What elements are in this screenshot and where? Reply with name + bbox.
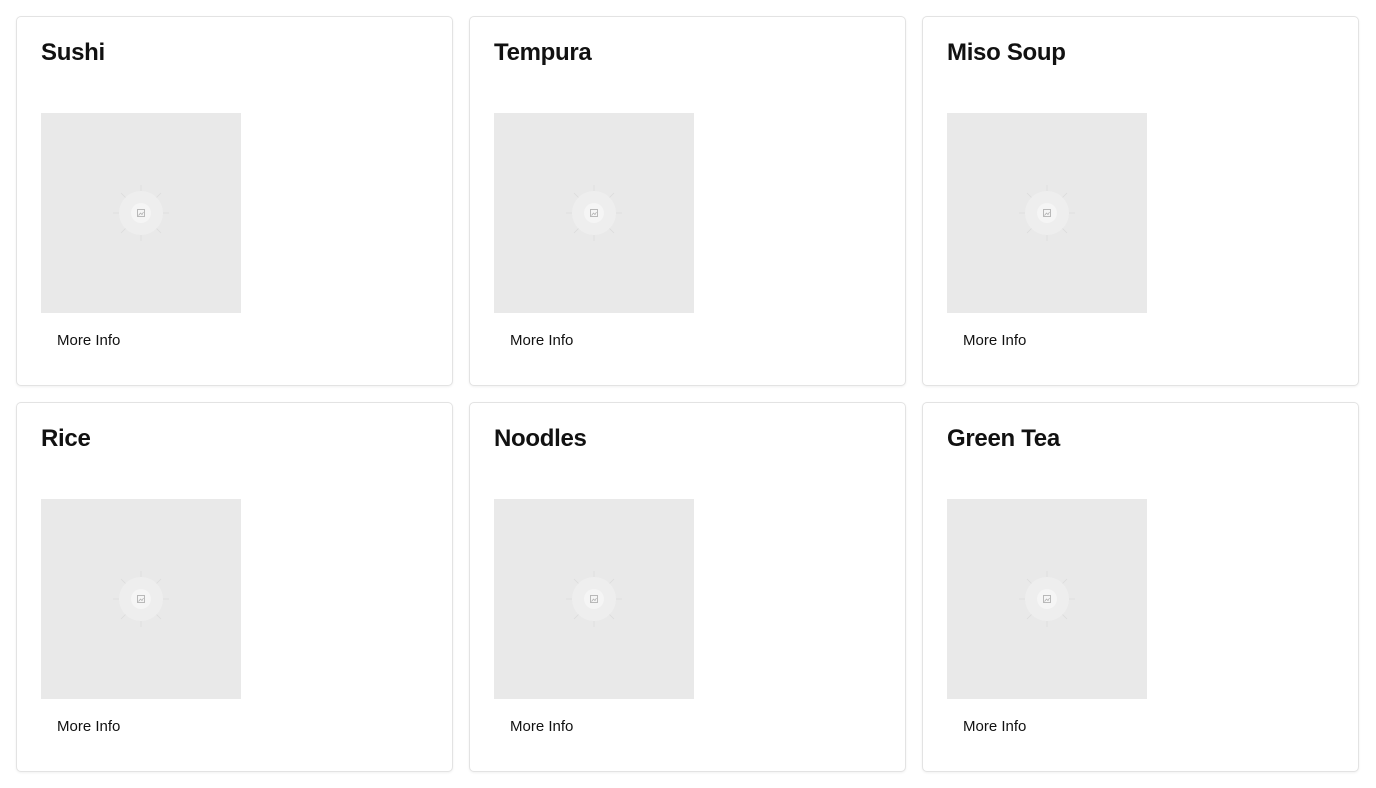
menu-card-grid: Sushi More Info Tempura More Info Miso S… [16,16,1360,772]
image-placeholder-icon [1019,185,1075,241]
more-info-button[interactable]: More Info [494,715,589,739]
menu-card-green-tea: Green Tea More Info [922,402,1359,772]
more-info-button[interactable]: More Info [947,329,1042,353]
more-info-button[interactable]: More Info [41,715,136,739]
card-image-placeholder [41,113,241,313]
menu-card-noodles: Noodles More Info [469,402,906,772]
card-title: Green Tea [947,425,1060,452]
card-title: Noodles [494,425,587,452]
card-image-placeholder [947,113,1147,313]
image-placeholder-icon [1019,571,1075,627]
image-placeholder-icon [566,571,622,627]
menu-card-rice: Rice More Info [16,402,453,772]
card-image-placeholder [494,113,694,313]
card-image-placeholder [494,499,694,699]
more-info-button[interactable]: More Info [41,329,136,353]
menu-card-miso-soup: Miso Soup More Info [922,16,1359,386]
image-placeholder-icon [113,185,169,241]
more-info-button[interactable]: More Info [494,329,589,353]
card-title: Rice [41,425,91,452]
menu-card-tempura: Tempura More Info [469,16,906,386]
card-title: Miso Soup [947,39,1066,66]
menu-card-sushi: Sushi More Info [16,16,453,386]
more-info-button[interactable]: More Info [947,715,1042,739]
card-image-placeholder [947,499,1147,699]
card-title: Sushi [41,39,105,66]
image-placeholder-icon [113,571,169,627]
image-placeholder-icon [566,185,622,241]
card-title: Tempura [494,39,592,66]
card-image-placeholder [41,499,241,699]
